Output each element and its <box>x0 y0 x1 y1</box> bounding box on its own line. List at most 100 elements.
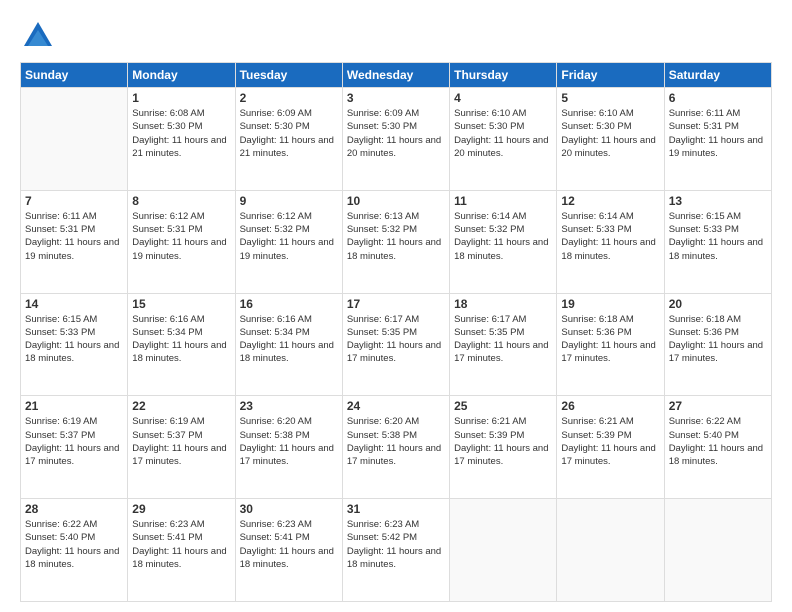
daylight: Daylight: 11 hours and 18 minutes. <box>25 546 119 570</box>
calendar-cell: 25Sunrise: 6:21 AMSunset: 5:39 PMDayligh… <box>450 396 557 499</box>
day-number: 18 <box>454 297 552 311</box>
sunrise: Sunrise: 6:11 AM <box>669 108 741 119</box>
calendar-cell: 19Sunrise: 6:18 AMSunset: 5:36 PMDayligh… <box>557 293 664 396</box>
day-info: Sunrise: 6:11 AMSunset: 5:31 PMDaylight:… <box>669 107 767 160</box>
sunrise: Sunrise: 6:20 AM <box>347 416 419 427</box>
day-info: Sunrise: 6:20 AM Sunset: 5:38 PM Daylight:… <box>240 415 338 468</box>
calendar-cell: 8Sunrise: 6:12 AMSunset: 5:31 PMDaylight… <box>128 190 235 293</box>
calendar-cell: 11Sunrise: 6:14 AMSunset: 5:32 PMDayligh… <box>450 190 557 293</box>
calendar-cell <box>664 499 771 602</box>
day-number: 12 <box>561 194 659 208</box>
calendar-cell: 21Sunrise: 6:19 AMSunset: 5:37 PMDayligh… <box>21 396 128 499</box>
day-number: 24 <box>347 399 445 413</box>
daylight: Daylight: 11 hours and 18 minutes. <box>132 340 226 364</box>
day-info: Sunrise: 6:12 AM Sunset: 5:31 PM Daylight:… <box>132 210 230 263</box>
daylight: Daylight: 11 hours and 17 minutes. <box>561 443 655 467</box>
daylight: Daylight: 11 hours and 18 minutes. <box>240 340 334 364</box>
header <box>20 18 772 54</box>
sunrise: Sunrise: 6:23 AM <box>132 519 204 530</box>
sunrise: Sunrise: 6:17 AM <box>347 314 419 325</box>
weekday-header-sunday: Sunday <box>21 63 128 88</box>
day-info: Sunrise: 6:12 AM Sunset: 5:32 PM Daylight:… <box>240 210 338 263</box>
day-info: Sunrise: 6:14 AMSunset: 5:33 PMDaylight:… <box>561 210 659 263</box>
sunrise: Sunrise: 6:18 AM <box>561 314 633 325</box>
sunrise: Sunrise: 6:15 AM <box>25 314 97 325</box>
day-info: Sunrise: 6:14 AMSunset: 5:32 PMDaylight:… <box>454 210 552 263</box>
daylight: Daylight: 11 hours and 18 minutes. <box>132 546 226 570</box>
sunrise: Sunrise: 6:12 AM <box>132 211 204 222</box>
sunset: Sunset: 5:38 PM <box>240 430 310 441</box>
day-info: Sunrise: 6:10 AMSunset: 5:30 PMDaylight:… <box>561 107 659 160</box>
sunset: Sunset: 5:30 PM <box>240 121 310 132</box>
day-number: 25 <box>454 399 552 413</box>
sunset: Sunset: 5:35 PM <box>347 327 417 338</box>
day-number: 28 <box>25 502 123 516</box>
weekday-header-thursday: Thursday <box>450 63 557 88</box>
calendar-cell: 12 Sunrise: 6:14 AMSunset: 5:33 PMDayligh… <box>557 190 664 293</box>
daylight: Daylight: 11 hours and 18 minutes. <box>669 443 763 467</box>
daylight: Daylight: 11 hours and 20 minutes. <box>347 135 441 159</box>
day-info: Sunrise: 6:15 AMSunset: 5:33 PMDaylight:… <box>25 313 123 366</box>
calendar-cell: 26Sunrise: 6:21 AMSunset: 5:39 PMDayligh… <box>557 396 664 499</box>
daylight: Daylight: 11 hours and 19 minutes. <box>132 237 226 261</box>
day-info: Sunrise: 6:10 AMSunset: 5:30 PMDaylight:… <box>454 107 552 160</box>
calendar-cell: 23 Sunrise: 6:20 AM Sunset: 5:38 PM Dayligh… <box>235 396 342 499</box>
daylight: Daylight: 11 hours and 17 minutes. <box>347 443 441 467</box>
calendar-cell: 17Sunrise: 6:17 AMSunset: 5:35 PMDayligh… <box>342 293 449 396</box>
day-number: 17 <box>347 297 445 311</box>
daylight: Daylight: 11 hours and 17 minutes. <box>454 340 548 364</box>
sunrise: Sunrise: 6:12 AM <box>240 211 312 222</box>
day-info: Sunrise: 6:16 AMSunset: 5:34 PMDaylight:… <box>240 313 338 366</box>
calendar-cell: 29Sunrise: 6:23 AMSunset: 5:41 PMDayligh… <box>128 499 235 602</box>
sunset: Sunset: 5:32 PM <box>347 224 417 235</box>
calendar-cell: 4Sunrise: 6:10 AMSunset: 5:30 PMDaylight… <box>450 88 557 191</box>
sunrise: Sunrise: 6:20 AM <box>240 416 312 427</box>
calendar-cell: 27Sunrise: 6:22 AMSunset: 5:40 PMDayligh… <box>664 396 771 499</box>
day-info: Sunrise: 6:19 AMSunset: 5:37 PMDaylight:… <box>132 415 230 468</box>
sunrise: Sunrise: 6:10 AM <box>561 108 633 119</box>
day-info: Sunrise: 6:23 AM Sunset: 5:41 PM Daylight:… <box>240 518 338 571</box>
sunrise: Sunrise: 6:23 AM <box>240 519 312 530</box>
sunset: Sunset: 5:39 PM <box>561 430 631 441</box>
daylight: Daylight: 11 hours and 17 minutes. <box>240 443 334 467</box>
day-number: 14 <box>25 297 123 311</box>
weekday-header-monday: Monday <box>128 63 235 88</box>
sunset: Sunset: 5:41 PM <box>240 532 310 543</box>
day-info: Sunrise: 6:20 AMSunset: 5:38 PMDaylight:… <box>347 415 445 468</box>
sunset: Sunset: 5:36 PM <box>669 327 739 338</box>
sunrise: Sunrise: 6:21 AM <box>561 416 633 427</box>
daylight: Daylight: 11 hours and 18 minutes. <box>669 237 763 261</box>
calendar-cell: 2Sunrise: 6:09 AMSunset: 5:30 PMDaylight… <box>235 88 342 191</box>
calendar-cell: 1Sunrise: 6:08 AMSunset: 5:30 PMDaylight… <box>128 88 235 191</box>
day-number: 23 <box>240 399 338 413</box>
sunset: Sunset: 5:40 PM <box>25 532 95 543</box>
calendar-header: SundayMondayTuesdayWednesdayThursdayFrid… <box>21 63 772 88</box>
sunrise: Sunrise: 6:13 AM <box>347 211 419 222</box>
daylight: Daylight: 11 hours and 20 minutes. <box>561 135 655 159</box>
daylight: Daylight: 11 hours and 19 minutes. <box>240 237 334 261</box>
sunrise: Sunrise: 6:11 AM <box>25 211 97 222</box>
sunset: Sunset: 5:32 PM <box>240 224 310 235</box>
calendar-cell <box>557 499 664 602</box>
daylight: Daylight: 11 hours and 18 minutes. <box>25 340 119 364</box>
calendar-cell <box>450 499 557 602</box>
logo-icon <box>20 18 56 54</box>
daylight: Daylight: 11 hours and 17 minutes. <box>454 443 548 467</box>
daylight: Daylight: 11 hours and 18 minutes. <box>240 546 334 570</box>
sunrise: Sunrise: 6:09 AM <box>347 108 419 119</box>
sunset: Sunset: 5:41 PM <box>132 532 202 543</box>
calendar-cell: 10Sunrise: 6:13 AMSunset: 5:32 PMDayligh… <box>342 190 449 293</box>
day-number: 19 <box>561 297 659 311</box>
sunrise: Sunrise: 6:16 AM <box>240 314 312 325</box>
logo <box>20 18 60 54</box>
day-number: 1 <box>132 91 230 105</box>
sunrise: Sunrise: 6:08 AM <box>132 108 204 119</box>
sunset: Sunset: 5:31 PM <box>132 224 202 235</box>
daylight: Daylight: 11 hours and 17 minutes. <box>561 340 655 364</box>
day-number: 21 <box>25 399 123 413</box>
daylight: Daylight: 11 hours and 19 minutes. <box>669 135 763 159</box>
daylight: Daylight: 11 hours and 17 minutes. <box>132 443 226 467</box>
day-number: 6 <box>669 91 767 105</box>
daylight: Daylight: 11 hours and 18 minutes. <box>347 546 441 570</box>
calendar-cell: 5Sunrise: 6:10 AMSunset: 5:30 PMDaylight… <box>557 88 664 191</box>
